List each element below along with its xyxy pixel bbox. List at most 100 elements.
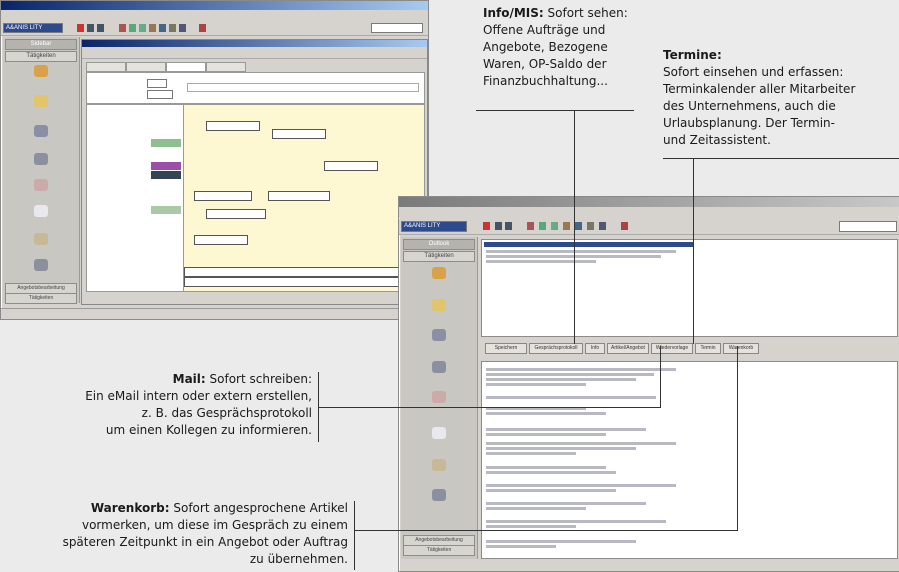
shopping-cart-button[interactable]: Warenkorb (723, 343, 759, 354)
appointment-block[interactable] (272, 129, 326, 139)
sidebar-section[interactable]: Tätigkeiten (5, 51, 77, 62)
sidebar-item-notiz[interactable] (401, 391, 477, 405)
sidebar-item-termine[interactable] (3, 65, 79, 79)
sidebar-item-outlook[interactable] (401, 427, 477, 441)
callout-mail: Mail: Sofort schreiben: Ein eMail intern… (10, 371, 312, 439)
appointment-block[interactable] (206, 121, 260, 131)
tab-tagesansicht[interactable] (126, 62, 166, 72)
chart-icon[interactable] (149, 24, 156, 32)
sidebar-item-info[interactable] (401, 361, 477, 375)
callout-termine-line: und Zeitassistent. (663, 133, 771, 147)
sidebar-item-mail[interactable] (401, 459, 477, 473)
cart-icon[interactable] (587, 222, 594, 230)
article-offer-button[interactable]: Artikel/Angebot (607, 343, 649, 354)
calendar-icon[interactable] (599, 222, 606, 230)
sidebar-item-sonstiges[interactable] (401, 489, 477, 503)
log-line (486, 412, 606, 415)
callout-info-line: Finanzbuchhaltung... (483, 74, 608, 88)
log-line (486, 428, 646, 431)
sidebar-item-gespraech[interactable] (401, 329, 477, 343)
callout-termine-line: Sofort einsehen und erfassen: (663, 65, 844, 79)
callout-mail-line: z. B. das Gesprächsprotokoll (141, 406, 312, 420)
appointment-block[interactable] (324, 161, 378, 171)
log-line (486, 507, 586, 510)
help-icon[interactable] (199, 24, 206, 32)
sidebar-bottom-item-taetigkeiten[interactable]: Tätigkeiten (5, 293, 77, 304)
user-combo[interactable]: A&ANIS LITY (3, 23, 63, 33)
print-icon[interactable] (539, 222, 546, 230)
refresh-icon[interactable] (139, 24, 146, 32)
appointment-block[interactable] (268, 191, 330, 201)
sidebar-heading[interactable]: Sidebar (5, 39, 77, 50)
resubmission-button[interactable]: Wiedervorlage (651, 343, 693, 354)
sidebar-item-gespraech[interactable] (3, 125, 79, 139)
tools-icon[interactable] (119, 24, 126, 32)
date-field[interactable] (147, 90, 173, 99)
main-toolbar: A&ANIS LITY (1, 21, 428, 36)
sidebar-item-info[interactable] (3, 153, 79, 167)
log-line (486, 545, 556, 548)
inner-toolbar (82, 48, 427, 59)
print-icon[interactable] (129, 24, 136, 32)
employee-field[interactable] (147, 79, 167, 88)
calendar-icon[interactable] (179, 24, 186, 32)
date-field[interactable] (371, 23, 423, 33)
log-line (486, 447, 636, 450)
callout-termine-title: Termine: (663, 48, 722, 62)
info-button[interactable]: Info (585, 343, 605, 354)
sidebar-section[interactable]: Tätigkeiten (403, 251, 475, 262)
sidebar-item-kontakte[interactable] (401, 299, 477, 313)
help-icon[interactable] (621, 222, 628, 230)
appointment-block[interactable] (184, 277, 426, 287)
sidebar-heading[interactable]: Outlook (403, 239, 475, 250)
chart-icon[interactable] (563, 222, 570, 230)
new-icon[interactable] (77, 24, 84, 32)
sidebar-item-notiz[interactable] (3, 179, 79, 193)
appointment-button[interactable]: Termin (695, 343, 721, 354)
callout-termine-connector (693, 158, 694, 344)
employee-list (86, 104, 184, 292)
filter-area (86, 72, 425, 104)
log-line (486, 368, 676, 371)
sidebar: Sidebar Tätigkeiten Angebotsbearbeitung … (3, 37, 80, 304)
sidebar-bottom-item-taetigkeiten[interactable]: Tätigkeiten (403, 545, 475, 556)
tab-monatsansicht[interactable] (206, 62, 246, 72)
appointment-block[interactable] (194, 191, 252, 201)
menu-bar (399, 207, 899, 218)
new-icon[interactable] (483, 222, 490, 230)
callout-info-line: Offene Aufträge und (483, 23, 606, 37)
log-line (486, 373, 654, 376)
appointment-block[interactable] (206, 209, 266, 219)
log-line (486, 502, 646, 505)
date-field[interactable] (839, 221, 897, 232)
mail-icon[interactable] (159, 24, 166, 32)
tools-icon[interactable] (527, 222, 534, 230)
cut-icon[interactable] (97, 24, 104, 32)
sidebar-item-mail[interactable] (3, 233, 79, 247)
sidebar: Outlook Tätigkeiten Angebotsbearbeitung … (401, 237, 478, 559)
cart-icon[interactable] (169, 24, 176, 32)
title-bar (399, 197, 899, 207)
sidebar-item-outlook[interactable] (3, 205, 79, 219)
tab-wochenansicht[interactable] (166, 62, 206, 72)
copy-icon[interactable] (495, 222, 502, 230)
mail-icon[interactable] (575, 222, 582, 230)
calendar-app-window: A&ANIS LITY Sidebar Tätigkeiten Angebots… (0, 0, 429, 320)
conversation-log-button[interactable]: Gesprächsprotokoll (529, 343, 583, 354)
menu-bar (1, 10, 428, 21)
tab-kalender[interactable] (86, 62, 126, 72)
appointment-block[interactable] (194, 235, 248, 245)
appointment-block[interactable] (184, 267, 426, 277)
activity-text-panel[interactable] (481, 239, 898, 337)
callout-info-line: Sofort sehen: (543, 6, 628, 20)
sidebar-item-termine[interactable] (401, 267, 477, 281)
sidebar-item-sonstiges[interactable] (3, 259, 79, 273)
user-combo[interactable]: A&ANIS LITY (401, 221, 467, 232)
copy-icon[interactable] (87, 24, 94, 32)
refresh-icon[interactable] (551, 222, 558, 230)
cut-icon[interactable] (505, 222, 512, 230)
callout-info-line: Waren, OP-Saldo der (483, 57, 607, 71)
row-purple (151, 162, 181, 170)
save-button[interactable]: Speichern (485, 343, 527, 354)
sidebar-item-kontakte[interactable] (3, 95, 79, 109)
